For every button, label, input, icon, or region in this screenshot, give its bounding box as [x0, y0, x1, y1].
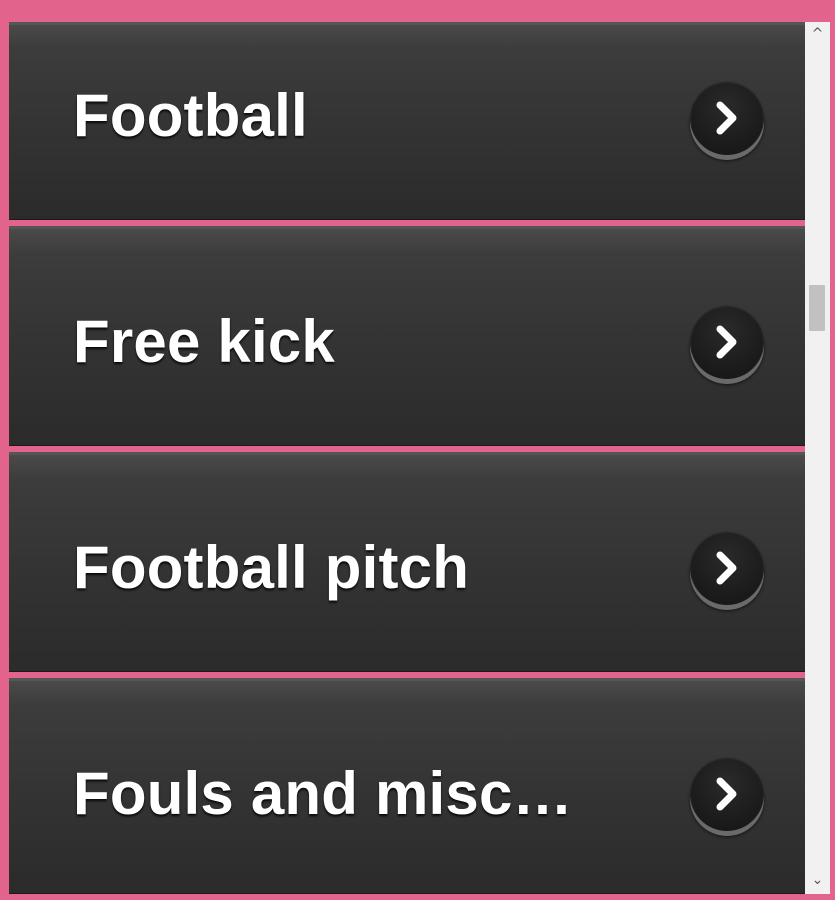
list-item-label: Fouls and misc…	[73, 760, 573, 827]
scroll-down-arrow[interactable]: ⌄	[805, 870, 830, 890]
list-item-fouls-and-misconduct[interactable]: Fouls and misc…	[9, 678, 805, 894]
vertical-scrollbar[interactable]: ^ ⌄	[805, 22, 830, 894]
list-item-label: Free kick	[73, 308, 335, 375]
scroll-up-arrow[interactable]: ^	[805, 24, 830, 44]
chevron-right-icon[interactable]	[690, 81, 764, 155]
list-item-football[interactable]: Football	[9, 22, 805, 220]
menu-list: Football Free kick Football pitch Fouls …	[9, 22, 805, 894]
chevron-right-icon[interactable]	[690, 305, 764, 379]
list-item-label: Football pitch	[73, 534, 470, 601]
scroll-thumb[interactable]	[809, 285, 825, 331]
list-item-label: Football	[73, 82, 308, 149]
list-item-football-pitch[interactable]: Football pitch	[9, 452, 805, 672]
chevron-right-icon[interactable]	[690, 757, 764, 831]
chevron-right-icon[interactable]	[690, 531, 764, 605]
list-item-free-kick[interactable]: Free kick	[9, 226, 805, 446]
